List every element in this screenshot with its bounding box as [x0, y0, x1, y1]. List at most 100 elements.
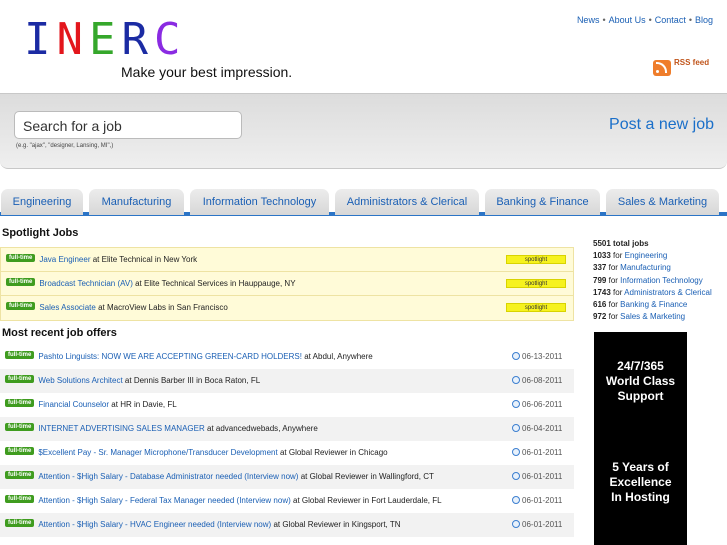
search-input[interactable]: Search for a job	[14, 111, 242, 139]
spotlight-row: full-time Java Engineer at Elite Technica…	[1, 248, 573, 272]
job-location: Chicago	[358, 448, 388, 457]
stats-count: 337	[593, 263, 607, 273]
job-company: Global Reviewer	[288, 448, 348, 457]
nav-separator: •	[648, 15, 652, 25]
job-title-link[interactable]: Web Solutions Architect	[38, 376, 122, 385]
spotlight-badge: spotlight	[506, 255, 566, 264]
job-title-link[interactable]: Financial Counselor	[38, 400, 109, 409]
logo-letter: R	[121, 14, 154, 65]
job-title-link[interactable]: Attention - $High Salary - Federal Tax M…	[38, 496, 290, 505]
calendar-icon	[512, 351, 520, 360]
nav-news[interactable]: News	[577, 15, 600, 25]
job-title-link[interactable]: $Excellent Pay - Sr. Manager Microphone/…	[38, 448, 277, 457]
spotlight-title: Spotlight Jobs	[2, 227, 79, 239]
stats-for: for	[608, 312, 618, 322]
site-logo[interactable]: INERC	[24, 18, 187, 62]
nav-blog[interactable]: Blog	[695, 15, 713, 25]
job-title-link[interactable]: Sales Associate	[39, 303, 95, 312]
post-job-link[interactable]: Post a new job	[609, 116, 714, 134]
stats-item: 1743 for Administrators & Clerical	[593, 287, 712, 299]
nav-separator: •	[688, 15, 692, 25]
job-at: at	[111, 400, 118, 409]
job-title-link[interactable]: Broadcast Technician (AV)	[39, 279, 133, 288]
job-stats: 5501 total jobs 1033 for Engineering 337…	[593, 238, 712, 323]
job-company: Global Reviewer	[301, 496, 361, 505]
stats-link-banking-finance[interactable]: Banking & Finance	[620, 300, 687, 309]
job-date: 06-01-2011	[512, 489, 562, 513]
fulltime-badge: full-time	[6, 277, 36, 286]
job-date-text: 06-01-2011	[522, 520, 563, 529]
job-date-text: 06-08-2011	[522, 376, 563, 385]
tagline: Make your best impression.	[121, 64, 293, 80]
job-company: Elite Technical Services	[144, 279, 228, 288]
job-title-link[interactable]: Attention - $High Salary - Database Admi…	[38, 472, 298, 481]
job-location: San Francisco	[176, 303, 228, 312]
job-at: at	[92, 255, 100, 264]
tab-banking-finance[interactable]: Banking & Finance	[485, 189, 600, 215]
job-company: Dennis Barber III	[133, 376, 194, 385]
category-tabs: Engineering Manufacturing Information Te…	[0, 189, 727, 216]
spotlight-row: full-time Sales Associate at MacroView La…	[1, 296, 573, 320]
stats-for: for	[613, 287, 623, 297]
job-sep: in	[343, 520, 350, 529]
calendar-icon	[512, 519, 520, 528]
stats-item: 799 for Information Technology	[593, 275, 712, 287]
job-date-text: 06-04-2011	[522, 424, 563, 433]
stats-link-sales-marketing[interactable]: Sales & Marketing	[620, 312, 685, 321]
job-row: full-time $Excellent Pay - Sr. Manager Mi…	[0, 441, 574, 465]
job-date: 06-04-2011	[512, 417, 562, 441]
job-date-text: 06-01-2011	[522, 496, 563, 505]
job-in: in	[168, 303, 175, 312]
job-row: full-time Attention - $High Salary - HVAC…	[0, 513, 574, 537]
spotlight-list: full-time Java Engineer at Elite Technica…	[0, 247, 574, 321]
stats-total-text: 5501 total jobs	[593, 239, 649, 248]
job-company: Elite Technical	[101, 255, 153, 264]
stats-link-administrators-clerical[interactable]: Administrators & Clerical	[624, 288, 712, 297]
fulltime-badge: full-time	[5, 422, 35, 431]
logo-letter: I	[24, 14, 57, 65]
spotlight-row: full-time Broadcast Technician (AV) at El…	[1, 272, 573, 296]
calendar-icon	[512, 375, 520, 384]
job-location: Wallingford, CT	[379, 472, 434, 481]
stats-count: 972	[593, 312, 607, 322]
stats-count: 1033	[593, 251, 611, 261]
rss-label: RSS feed	[674, 58, 710, 67]
job-sep: in	[370, 472, 377, 481]
job-row: full-time Financial Counselor at HR in Da…	[0, 393, 574, 417]
job-date: 06-01-2011	[512, 513, 562, 537]
job-title-link[interactable]: Pashto Linguists: NOW WE ARE ACCEPTING G…	[38, 352, 302, 361]
stats-link-manufacturing[interactable]: Manufacturing	[620, 263, 671, 272]
job-company: MacroView Labs	[106, 303, 166, 312]
job-sep: in	[349, 448, 357, 457]
tab-information-technology[interactable]: Information Technology	[190, 189, 329, 215]
job-at: at	[135, 279, 142, 288]
fulltime-badge: full-time	[5, 374, 35, 383]
tab-engineering[interactable]: Engineering	[1, 189, 83, 215]
job-company: Global Reviewer	[309, 472, 369, 481]
nav-contact[interactable]: Contact	[655, 15, 686, 25]
fulltime-badge: full-time	[5, 446, 35, 455]
stats-item: 337 for Manufacturing	[593, 262, 712, 274]
top-nav: News • About Us • Contact • Blog	[577, 15, 713, 25]
job-title-link[interactable]: Attention - $High Salary - HVAC Engineer…	[38, 520, 271, 529]
job-title-link[interactable]: INTERNET ADVERTISING SALES MANAGER	[38, 424, 204, 433]
job-location: Anywhere	[337, 352, 373, 361]
stats-link-engineering[interactable]: Engineering	[625, 251, 668, 260]
hosting-ad-banner[interactable]: 24/7/365 World Class Support 5 Years of …	[594, 332, 687, 545]
tab-administrators-clerical[interactable]: Administrators & Clerical	[335, 189, 479, 215]
tab-manufacturing[interactable]: Manufacturing	[89, 189, 184, 215]
job-title-link[interactable]: Java Engineer	[39, 255, 90, 264]
job-at: at	[124, 376, 132, 385]
job-row: full-time Pashto Linguists: NOW WE ARE AC…	[0, 345, 574, 369]
ad-block-top: 24/7/365 World Class Support	[594, 359, 687, 404]
tab-sales-marketing[interactable]: Sales & Marketing	[606, 189, 719, 215]
rss-feed-link[interactable]: RSS feed	[653, 58, 715, 76]
job-date: 06-13-2011	[512, 345, 562, 369]
stats-link-information-technology[interactable]: Information Technology	[620, 276, 703, 285]
job-in: in	[154, 255, 162, 264]
job-row: full-time Attention - $High Salary - Data…	[0, 465, 574, 489]
nav-about-us[interactable]: About Us	[609, 15, 646, 25]
calendar-icon	[512, 423, 520, 432]
job-location: Kingsport, TN	[351, 520, 401, 529]
ad-line: 5 Years of	[612, 460, 669, 474]
